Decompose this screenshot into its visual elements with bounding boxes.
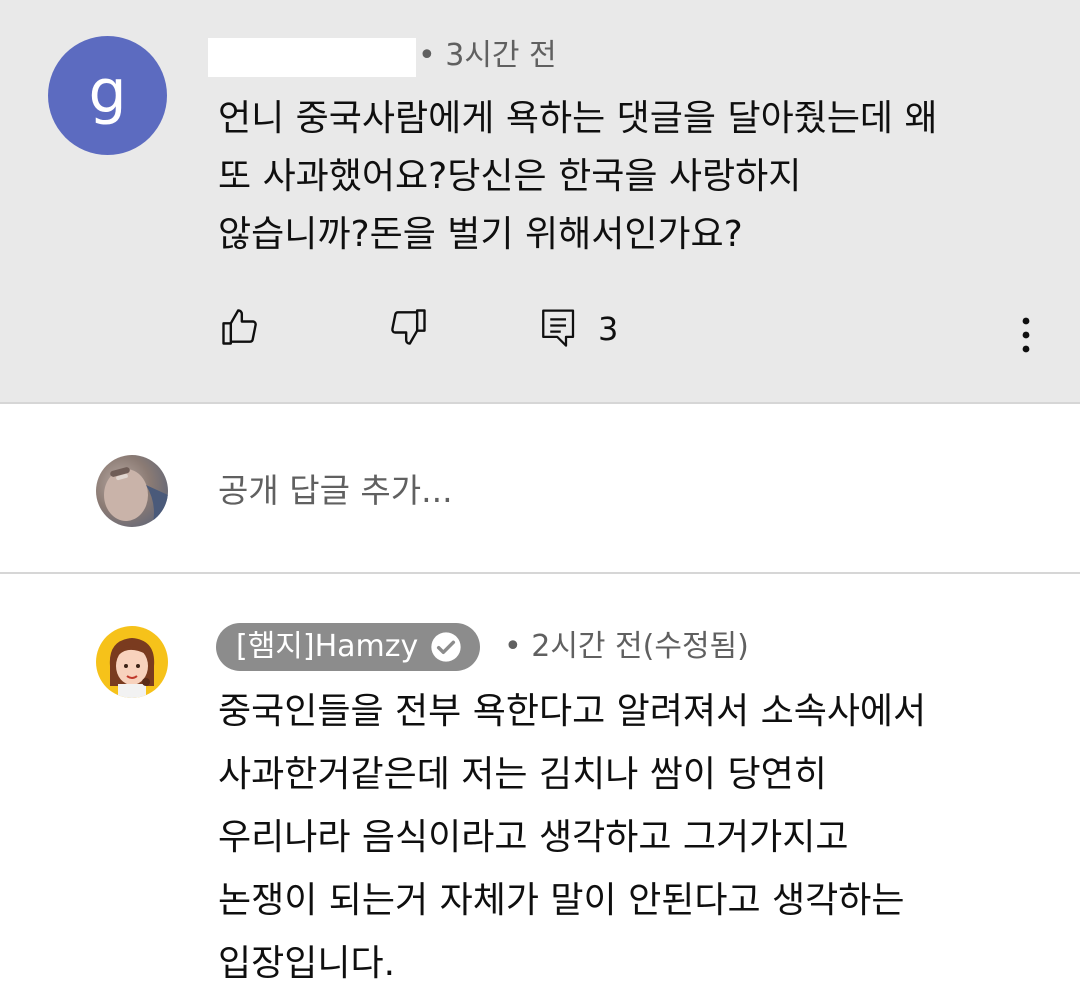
more-options-button[interactable] <box>1008 305 1044 365</box>
highlighted-comment: g • 3시간 전 언니 중국사람에게 욕하는 댓글을 달아줬는데 왜 또 사과… <box>0 0 1080 404</box>
current-user-avatar <box>96 455 168 527</box>
comment-text-line: 중국인들을 전부 욕한다고 알려져서 소속사에서 <box>218 691 927 732</box>
comment-actions: 3 <box>0 305 1080 365</box>
verified-check-icon <box>430 631 462 663</box>
reply-count: 3 <box>598 310 619 348</box>
author-name-chip[interactable]: [햄지]Hamzy <box>216 623 481 671</box>
comment-text-line: 않습니까?돈을 벌기 위해서인가요? <box>218 214 743 255</box>
dislike-button[interactable] <box>386 305 430 349</box>
thumbs-up-icon <box>222 309 257 345</box>
comment-text-line: 사과한거같은데 저는 김치나 쌈이 당연히 <box>218 754 827 795</box>
comment-text-line: 우리나라 음식이라고 생각하고 그거가지고 <box>218 817 849 858</box>
comment-text: 중국인들을 전부 욕한다고 알려져서 소속사에서 사과한거같은데 저는 김치나 … <box>218 680 1048 995</box>
comment-text-line: 논쟁이 되는거 자체가 말이 안된다고 생각하는 <box>218 880 905 921</box>
commenter-avatar[interactable]: g <box>48 36 167 155</box>
add-reply-row: 공개 답글 추가... <box>0 404 1080 574</box>
comment-text-line: 언니 중국사람에게 욕하는 댓글을 달아줬는데 왜 <box>218 98 938 139</box>
reply-button[interactable]: 3 <box>538 305 618 353</box>
comment-icon <box>542 309 575 347</box>
hand-photo-icon <box>104 467 168 527</box>
comment-text-line: 입장입니다. <box>218 943 396 984</box>
author-name: [햄지]Hamzy <box>236 629 419 664</box>
cartoon-face-icon <box>109 638 155 698</box>
author-avatar[interactable] <box>96 626 168 698</box>
comment-text: 언니 중국사람에게 욕하는 댓글을 달아줬는데 왜 또 사과했어요?당신은 한국… <box>218 90 1038 264</box>
avatar-letter: g <box>88 57 127 127</box>
comment-timestamp: • 2시간 전(수정됨) <box>504 629 749 664</box>
reply-input[interactable]: 공개 답글 추가... <box>218 468 453 514</box>
more-vert-icon <box>1022 317 1030 353</box>
like-button[interactable] <box>218 305 262 349</box>
comment-text-line: 또 사과했어요?당신은 한국을 사랑하지 <box>218 156 802 197</box>
comment-timestamp: • 3시간 전 <box>418 38 557 73</box>
thumbs-down-icon <box>391 309 426 345</box>
redacted-username <box>208 38 416 77</box>
